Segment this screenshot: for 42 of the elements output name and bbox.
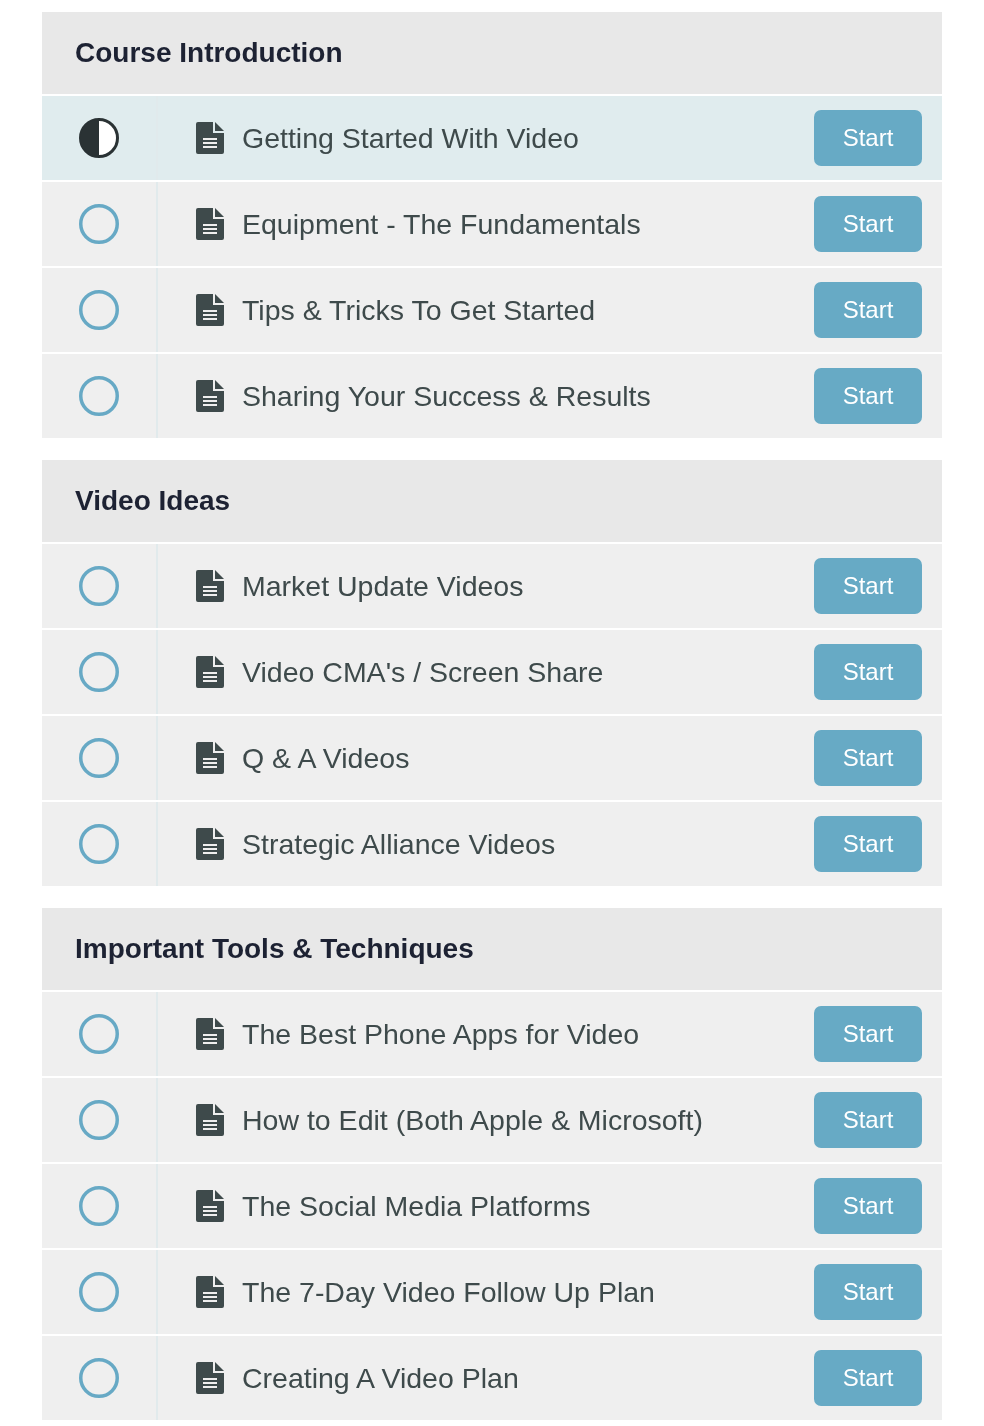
- lesson-row[interactable]: Q & A Videos Start: [42, 716, 942, 800]
- section-title: Video Ideas: [42, 460, 942, 542]
- lesson-title: Video CMA's / Screen Share: [242, 655, 605, 689]
- lesson-row[interactable]: Market Update Videos Start: [42, 544, 942, 628]
- lesson-title: How to Edit (Both Apple & Microsoft): [242, 1103, 704, 1137]
- document-icon: [196, 828, 224, 860]
- lesson-row[interactable]: The Best Phone Apps for Video Start: [42, 992, 942, 1076]
- lesson-row[interactable]: Equipment - The Fundamentals Start: [42, 182, 942, 266]
- lesson-row[interactable]: Video CMA's / Screen Share Start: [42, 630, 942, 714]
- lesson-title: Getting Started With Video: [242, 121, 580, 155]
- lesson-title: The Best Phone Apps for Video: [242, 1017, 641, 1051]
- lesson-title: Sharing Your Success & Results: [242, 379, 652, 413]
- section-title: Important Tools & Techniques: [42, 908, 942, 990]
- lesson-row[interactable]: Creating A Video Plan Start: [42, 1336, 942, 1420]
- lesson-row[interactable]: Getting Started With Video Start: [42, 96, 942, 180]
- document-icon: [196, 1018, 224, 1050]
- lesson-title: The 7-Day Video Follow Up Plan: [242, 1275, 656, 1309]
- document-icon: [196, 1276, 224, 1308]
- lesson-title: Equipment - The Fundamentals: [242, 207, 642, 241]
- lesson-row[interactable]: Tips & Tricks To Get Started Start: [42, 268, 942, 352]
- document-icon: [196, 294, 224, 326]
- document-icon: [196, 1362, 224, 1394]
- lesson-row[interactable]: Strategic Alliance Videos Start: [42, 802, 942, 886]
- document-icon: [196, 742, 224, 774]
- document-icon: [196, 656, 224, 688]
- lesson-row[interactable]: Sharing Your Success & Results Start: [42, 354, 942, 438]
- document-icon: [196, 1104, 224, 1136]
- lesson-title: Tips & Tricks To Get Started: [242, 293, 597, 327]
- lesson-title: Q & A Videos: [242, 741, 411, 775]
- lesson-title: Strategic Alliance Videos: [242, 827, 557, 861]
- document-icon: [196, 208, 224, 240]
- lesson-row[interactable]: The Social Media Platforms Start: [42, 1164, 942, 1248]
- document-icon: [196, 1190, 224, 1222]
- document-icon: [196, 380, 224, 412]
- lesson-title: The Social Media Platforms: [242, 1189, 592, 1223]
- lesson-title: Market Update Videos: [242, 569, 525, 603]
- lesson-row[interactable]: How to Edit (Both Apple & Microsoft) Start: [42, 1078, 942, 1162]
- document-icon: [196, 122, 224, 154]
- lesson-title: Creating A Video Plan: [242, 1361, 520, 1395]
- lesson-row[interactable]: The 7-Day Video Follow Up Plan Start: [42, 1250, 942, 1334]
- section-title: Course Introduction: [42, 12, 942, 94]
- document-icon: [196, 570, 224, 602]
